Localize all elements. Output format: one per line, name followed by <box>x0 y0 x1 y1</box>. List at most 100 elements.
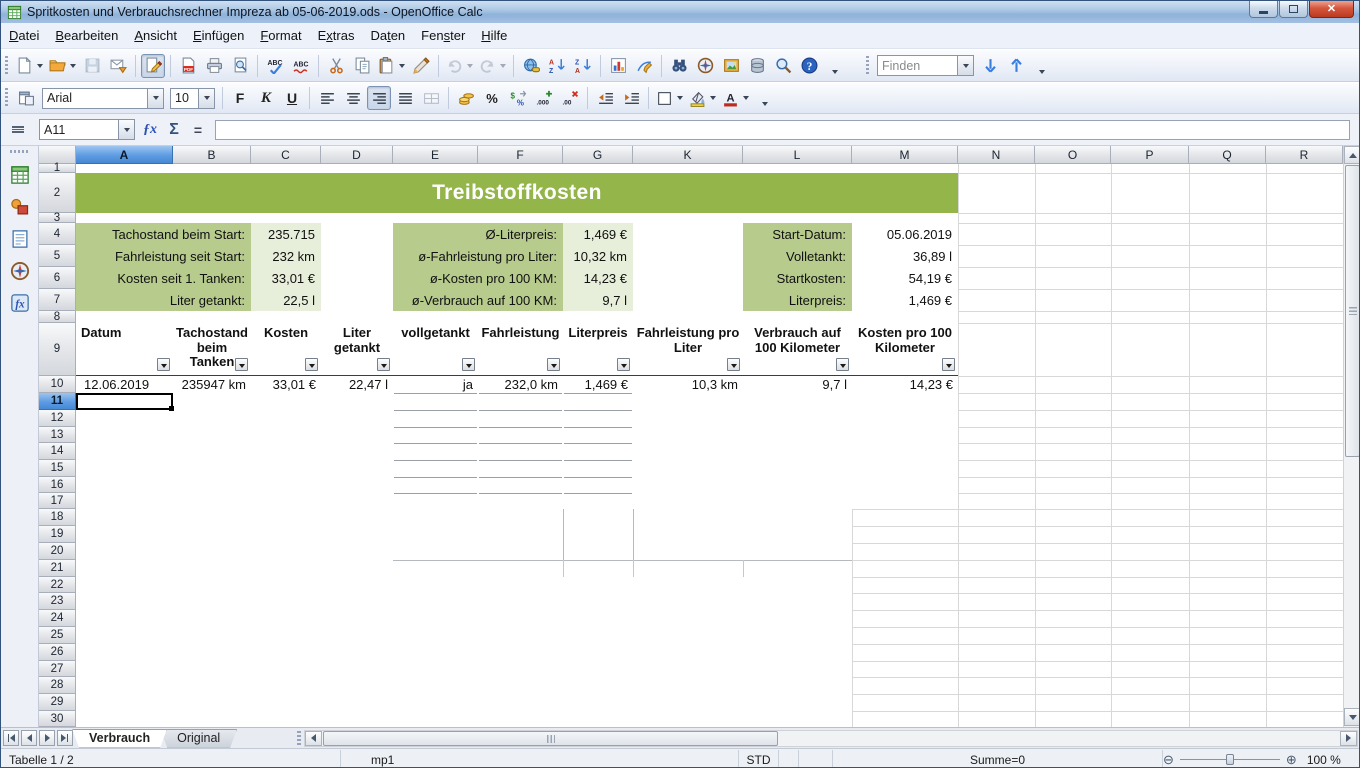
number-format-standard-button[interactable]: $% <box>506 86 530 110</box>
find-input[interactable] <box>878 59 957 73</box>
vertical-scrollbar[interactable] <box>1343 146 1360 727</box>
save-button[interactable] <box>80 54 104 78</box>
insert-function-button[interactable]: fx <box>8 291 32 315</box>
summary-value[interactable]: 9,7 l <box>563 289 633 311</box>
title-bar[interactable]: Spritkosten und Verbrauchsrechner Imprez… <box>1 1 1359 23</box>
sum-field[interactable]: Summe=0 <box>833 750 1163 768</box>
delete-decimal-place-button[interactable]: .00 <box>558 86 582 110</box>
summary-value[interactable]: 1,469 € <box>563 223 633 245</box>
find-dropdown-button[interactable] <box>957 56 973 75</box>
decrease-indent-button[interactable] <box>593 86 617 110</box>
cell[interactable]: ja <box>393 376 478 393</box>
summary-value[interactable]: 10,32 km <box>563 245 633 267</box>
add-decimal-place-button[interactable]: .000 <box>532 86 556 110</box>
menu-format[interactable]: Format <box>252 25 309 47</box>
row-header-23[interactable]: 23 <box>39 593 76 610</box>
font-size-combo-input[interactable] <box>171 91 198 105</box>
page-preview-button[interactable] <box>228 54 252 78</box>
row-header-18[interactable]: 18 <box>39 509 76 526</box>
find-down-button[interactable] <box>978 54 1002 78</box>
menu-bearbeiten[interactable]: Bearbeiten <box>47 25 126 47</box>
row-header-9[interactable]: 9 <box>39 323 76 376</box>
open-button[interactable] <box>47 54 78 78</box>
zoom-out-icon[interactable]: ⊖ <box>1163 753 1174 766</box>
cell[interactable]: 235947 km <box>173 376 251 393</box>
row-header-3[interactable]: 3 <box>39 213 76 223</box>
cell-cursor-A11[interactable] <box>76 393 173 410</box>
font-size-combo-dropdown-button[interactable] <box>198 89 214 108</box>
italic-button[interactable]: K <box>254 86 278 110</box>
minimize-button[interactable] <box>1249 1 1278 18</box>
toolbar-more-button[interactable] <box>823 54 847 78</box>
summary-value[interactable]: 33,01 € <box>251 267 321 289</box>
formula-button[interactable]: = <box>186 119 210 141</box>
tab-scrollbar-splitter[interactable] <box>297 731 301 746</box>
column-header-P[interactable]: P <box>1111 146 1189 164</box>
column-header-O[interactable]: O <box>1035 146 1111 164</box>
scroll-left-button[interactable] <box>305 731 322 746</box>
toolbar-grip[interactable] <box>10 150 30 153</box>
insert-document-button[interactable] <box>8 227 32 251</box>
summary-value[interactable]: 1,469 € <box>852 289 958 311</box>
cut-button[interactable] <box>324 54 348 78</box>
summary-value[interactable]: 54,19 € <box>852 267 958 289</box>
function-wizard-button[interactable]: ƒx <box>138 119 162 141</box>
toolbar-grip[interactable] <box>866 56 869 76</box>
column-header-N[interactable]: N <box>958 146 1035 164</box>
autofilter-button[interactable] <box>617 358 630 371</box>
column-header-E[interactable]: E <box>393 146 478 164</box>
menu-daten[interactable]: Daten <box>362 25 413 47</box>
summary-value[interactable]: 14,23 € <box>563 267 633 289</box>
autofilter-button[interactable] <box>305 358 318 371</box>
summary-value[interactable]: 22,5 l <box>251 289 321 311</box>
menu-datei[interactable]: Datei <box>1 25 47 47</box>
align-left-button[interactable] <box>315 86 339 110</box>
spellcheck-button[interactable]: ABC <box>263 54 287 78</box>
export-pdf-button[interactable]: PDF <box>176 54 200 78</box>
menu-ansicht[interactable]: Ansicht <box>126 25 185 47</box>
formula-input-line[interactable] <box>215 120 1350 140</box>
close-button[interactable]: ✕ <box>1309 1 1354 18</box>
sheet-tab-original[interactable]: Original <box>160 729 237 748</box>
row-header-1[interactable]: 1 <box>39 164 76 173</box>
row-header-26[interactable]: 26 <box>39 644 76 661</box>
summary-value[interactable]: 05.06.2019 <box>852 223 958 245</box>
row-header-24[interactable]: 24 <box>39 610 76 627</box>
bold-button[interactable]: F <box>228 86 252 110</box>
row-header-17[interactable]: 17 <box>39 493 76 509</box>
row-header-14[interactable]: 14 <box>39 443 76 460</box>
row-header-29[interactable]: 29 <box>39 694 76 711</box>
edit-mode-button[interactable] <box>141 54 165 78</box>
menu-hilfe[interactable]: Hilfe <box>473 25 515 47</box>
zoom-level[interactable]: 100 % <box>1307 753 1341 767</box>
row-header-21[interactable]: 21 <box>39 560 76 577</box>
row-header-10[interactable]: 10 <box>39 376 76 393</box>
row-header-5[interactable]: 5 <box>39 245 76 267</box>
column-header-A[interactable]: A <box>76 146 173 164</box>
menu-einfügen[interactable]: Einfügen <box>185 25 252 47</box>
autofilter-button[interactable] <box>836 358 849 371</box>
selection-mode-field[interactable]: STD <box>739 750 779 768</box>
auto-spellcheck-button[interactable]: ABC <box>289 54 313 78</box>
row-header-8[interactable]: 8 <box>39 311 76 323</box>
copy-button[interactable] <box>350 54 374 78</box>
page-style-field[interactable]: mp1 <box>341 750 739 768</box>
align-right-button[interactable] <box>367 86 391 110</box>
zoom-slider[interactable] <box>1180 759 1280 760</box>
column-header-M[interactable]: M <box>852 146 958 164</box>
font-name-combo-dropdown-button[interactable] <box>147 89 163 108</box>
navigator-button[interactable] <box>693 54 717 78</box>
cell-reference-input[interactable] <box>40 123 118 137</box>
name-box-dropdown-button[interactable] <box>118 120 134 139</box>
print-button[interactable] <box>202 54 226 78</box>
autofilter-button[interactable] <box>377 358 390 371</box>
format-paintbrush-button[interactable] <box>409 54 433 78</box>
insert-shapes-button[interactable] <box>8 195 32 219</box>
row-header-22[interactable]: 22 <box>39 577 76 593</box>
summary-value[interactable]: 235.715 <box>251 223 321 245</box>
horizontal-scroll-thumb[interactable] <box>323 731 778 746</box>
maximize-button[interactable] <box>1279 1 1308 18</box>
scroll-right-button[interactable] <box>1340 731 1357 746</box>
scroll-down-button[interactable] <box>1344 708 1360 726</box>
sort-ascending-button[interactable]: AZ <box>545 54 569 78</box>
